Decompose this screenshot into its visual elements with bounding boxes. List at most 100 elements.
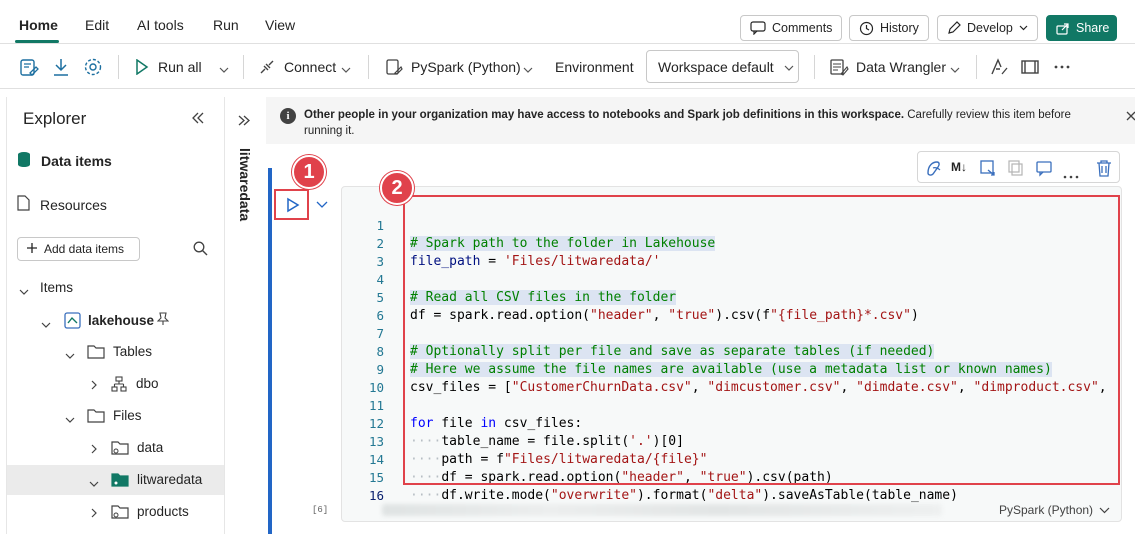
run-cell-callout-box (274, 189, 309, 220)
chevron-down-icon[interactable] (523, 61, 533, 79)
active-cell-indicator (268, 168, 272, 534)
pencil-icon (947, 21, 961, 35)
close-icon[interactable] (1126, 109, 1135, 124)
connect-label[interactable]: Connect (284, 59, 336, 75)
pin-icon[interactable] (156, 312, 170, 329)
more-options-icon[interactable] (1063, 166, 1079, 184)
explorer-panel: Explorer Data items Resources Add data i… (6, 97, 225, 534)
data-wrangler-icon[interactable] (828, 56, 850, 78)
chevron-right-icon (91, 506, 98, 521)
environment-select[interactable]: Workspace default (646, 50, 799, 83)
files-label: Files (113, 408, 142, 423)
folder-link-icon (111, 504, 129, 522)
more-options-icon[interactable] (1051, 56, 1073, 78)
tree-item-data[interactable]: data (7, 433, 224, 463)
toolbar: Run all Connect PySpark (Python) Environ… (0, 45, 1135, 89)
tree-item-files[interactable]: Files (7, 401, 224, 431)
history-icon (859, 21, 874, 36)
notebook-edit-icon[interactable] (18, 56, 40, 78)
develop-button[interactable]: Develop (937, 15, 1038, 41)
run-all-icon[interactable] (131, 56, 153, 78)
connect-plug-icon[interactable] (256, 56, 278, 78)
add-data-items-button[interactable]: Add data items (17, 237, 140, 261)
history-button[interactable]: History (849, 15, 929, 41)
code-token: "overwrite" (550, 488, 637, 503)
folder-icon (87, 408, 105, 426)
share-label: Share (1076, 21, 1110, 35)
tree-item-litwaredata[interactable]: litwaredata (7, 465, 224, 495)
copilot-formula-icon[interactable] (988, 56, 1010, 78)
chevron-right-icon (91, 442, 98, 457)
markdown-toggle-icon[interactable]: M↓ (951, 160, 967, 174)
tree-item-lakehouse[interactable]: lakehouse (7, 306, 224, 336)
chevron-down-icon (19, 284, 29, 299)
chevron-down-icon (89, 476, 99, 491)
menu-home[interactable]: Home (19, 17, 58, 33)
chevron-down-icon (41, 317, 51, 332)
search-icon[interactable] (193, 241, 208, 261)
data-items-tab[interactable]: Data items (17, 151, 112, 171)
language-label[interactable]: PySpark (Python) (411, 59, 521, 75)
chevron-down-icon (65, 412, 75, 427)
add-data-items-label: Add data items (44, 242, 125, 256)
cell-language-label: PySpark (Python) (999, 503, 1094, 517)
notice-bold-text: Other people in your organization may ha… (304, 109, 905, 121)
chevron-down-icon (784, 59, 794, 75)
add-comment-icon[interactable] (1035, 159, 1053, 182)
folder-icon (87, 344, 105, 362)
copy-icon[interactable] (1007, 159, 1025, 182)
menu-view[interactable]: View (265, 17, 295, 33)
share-button[interactable]: Share (1046, 15, 1117, 41)
comment-cell-icon[interactable] (979, 159, 997, 182)
items-label: Items (40, 280, 74, 295)
callout-badge-2: 2 (380, 171, 414, 205)
copilot-icon[interactable] (925, 159, 943, 182)
tree-item-dbo[interactable]: dbo (7, 369, 224, 399)
chevron-down-icon[interactable] (341, 61, 351, 79)
environment-label: Environment (555, 59, 634, 75)
data-wrangler-label[interactable]: Data Wrangler (856, 59, 946, 75)
menu-ai-tools[interactable]: AI tools (137, 17, 184, 33)
delete-icon[interactable] (1096, 159, 1112, 182)
tree-item-products[interactable]: products (7, 497, 224, 527)
settings-icon[interactable] (82, 56, 104, 78)
tree-item-tables[interactable]: Tables (7, 337, 224, 367)
resources-tab[interactable]: Resources (17, 195, 107, 214)
plus-icon (26, 242, 38, 257)
share-icon (1056, 22, 1070, 35)
language-icon[interactable] (383, 56, 405, 78)
access-notice-banner: i Other people in your organization may … (266, 97, 1135, 144)
code-callout-box (403, 195, 1120, 485)
folder-link-icon (111, 440, 129, 458)
download-icon[interactable] (50, 56, 72, 78)
execution-count: [6] (312, 505, 329, 515)
chevron-down-icon[interactable] (316, 196, 328, 214)
database-icon (17, 151, 31, 171)
menu-run[interactable]: Run (213, 17, 239, 33)
dbo-label: dbo (136, 376, 159, 391)
focus-mode-icon[interactable] (1019, 56, 1041, 78)
notice-message: Other people in your organization may ha… (304, 107, 1104, 139)
data-items-label: Data items (41, 153, 112, 169)
lakehouse-icon (64, 312, 81, 332)
expand-panel-icon[interactable] (238, 113, 251, 131)
menu-bar: Home Edit AI tools Run View Comments His… (0, 0, 1135, 44)
code-token: ).format( (636, 488, 708, 503)
collapse-panel-icon[interactable] (191, 111, 205, 129)
chevron-down-icon[interactable] (950, 61, 960, 79)
cell-language-select[interactable]: PySpark (Python) (999, 503, 1110, 517)
document-icon (17, 195, 30, 214)
notebook-name-label: litwaredata (237, 148, 253, 222)
line-number: 16 (368, 488, 384, 503)
schema-icon (111, 376, 127, 395)
comments-button[interactable]: Comments (740, 15, 842, 41)
comment-icon (750, 21, 766, 35)
menu-edit[interactable]: Edit (85, 17, 109, 33)
tree-items-header[interactable]: Items (7, 273, 224, 303)
indent-guide: ···· (410, 488, 442, 503)
chevron-down-icon[interactable] (219, 61, 229, 79)
menu-active-indicator (15, 40, 59, 43)
callout-badge-1: 1 (292, 155, 326, 189)
run-all-label[interactable]: Run all (158, 59, 202, 75)
cell-output-status (382, 504, 942, 516)
